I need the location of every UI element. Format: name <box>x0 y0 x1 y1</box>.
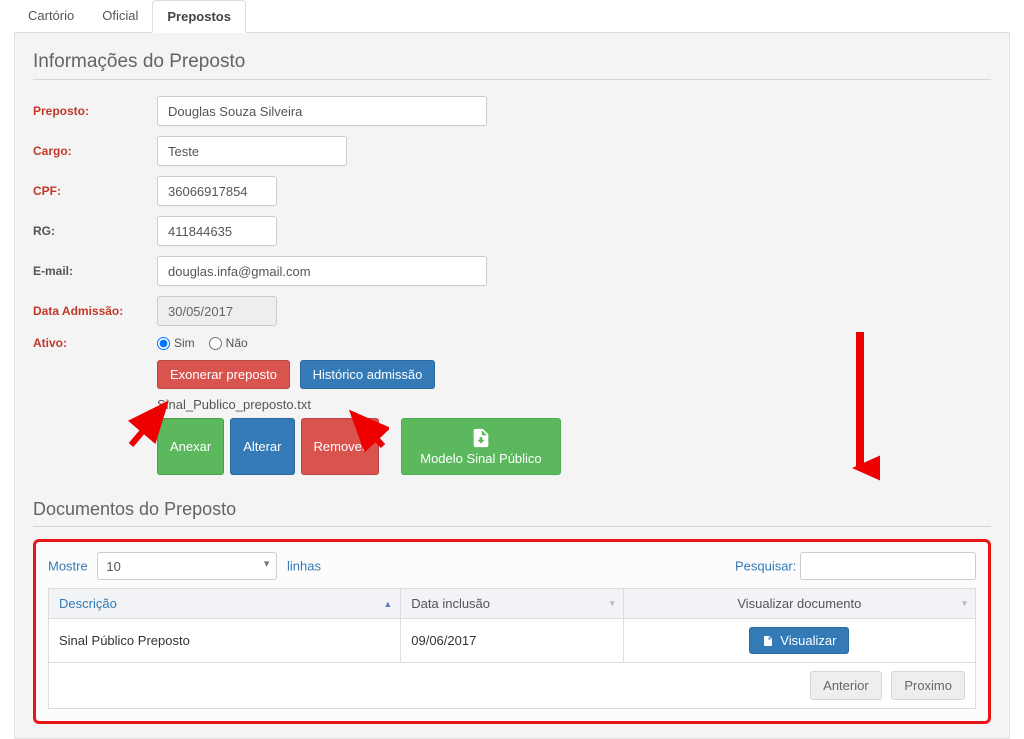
linhas-label: linhas <box>287 559 321 574</box>
label-cpf: CPF: <box>33 184 157 198</box>
file-download-icon <box>470 427 492 449</box>
input-email[interactable] <box>157 256 487 286</box>
exonerar-button[interactable]: Exonerar preposto <box>157 360 290 389</box>
docs-table: Descrição ▲ Data inclusão ▾ Visualizar d… <box>48 588 976 709</box>
radio-nao[interactable] <box>209 337 222 350</box>
pesquisar-label: Pesquisar: <box>735 559 796 574</box>
section-title-info: Informações do Preposto <box>33 51 991 80</box>
col-visualizar[interactable]: Visualizar documento ▾ <box>623 589 975 619</box>
anexar-button[interactable]: Anexar <box>157 418 224 475</box>
radio-nao-label: Não <box>226 336 248 350</box>
label-preposto: Preposto: <box>33 104 157 118</box>
file-name: Sinal_Publico_preposto.txt <box>157 397 991 412</box>
visualizar-button[interactable]: Visualizar <box>749 627 849 654</box>
radio-sim-wrap[interactable]: Sim <box>157 336 195 350</box>
historico-button[interactable]: Histórico admissão <box>300 360 436 389</box>
input-cargo[interactable] <box>157 136 347 166</box>
radio-sim-label: Sim <box>174 336 195 350</box>
page-size-select[interactable]: 10 <box>97 552 277 580</box>
remover-button[interactable]: Remover <box>301 418 380 475</box>
label-admissao: Data Admissão: <box>33 304 157 318</box>
section-title-docs: Documentos do Preposto <box>33 499 991 527</box>
search-control: Pesquisar: <box>735 552 976 580</box>
alterar-button[interactable]: Alterar <box>230 418 294 475</box>
docs-table-box: Mostre 10 linhas Pesquisar: <box>33 539 991 724</box>
filter-icon: ▾ <box>610 598 615 609</box>
search-input[interactable] <box>800 552 976 580</box>
file-icon <box>762 635 774 647</box>
label-ativo: Ativo: <box>33 336 157 350</box>
input-admissao <box>157 296 277 326</box>
input-cpf[interactable] <box>157 176 277 206</box>
tab-cartorio[interactable]: Cartório <box>14 0 88 32</box>
radio-nao-wrap[interactable]: Não <box>209 336 248 350</box>
panel-prepostos: Informações do Preposto Preposto: Cargo:… <box>14 33 1010 739</box>
label-rg: RG: <box>33 224 157 238</box>
label-cargo: Cargo: <box>33 144 157 158</box>
input-rg[interactable] <box>157 216 277 246</box>
page-size-control: Mostre 10 linhas <box>48 552 321 580</box>
tab-oficial[interactable]: Oficial <box>88 0 152 32</box>
input-preposto[interactable] <box>157 96 487 126</box>
modelo-sinal-button[interactable]: Modelo Sinal Público <box>401 418 560 475</box>
col-descricao[interactable]: Descrição ▲ <box>49 589 401 619</box>
proximo-button[interactable]: Proximo <box>891 671 965 700</box>
mostre-label: Mostre <box>48 559 88 574</box>
anterior-button[interactable]: Anterior <box>810 671 882 700</box>
col-data[interactable]: Data inclusão ▾ <box>401 589 623 619</box>
pager-row: Anterior Proximo <box>49 663 976 709</box>
radio-sim[interactable] <box>157 337 170 350</box>
tab-prepostos[interactable]: Prepostos <box>152 0 246 33</box>
tabs: Cartório Oficial Prepostos <box>14 0 1010 33</box>
sort-asc-icon: ▲ <box>383 599 392 609</box>
filter-icon: ▾ <box>962 598 967 609</box>
modelo-sinal-label: Modelo Sinal Público <box>420 451 541 466</box>
label-email: E-mail: <box>33 264 157 278</box>
